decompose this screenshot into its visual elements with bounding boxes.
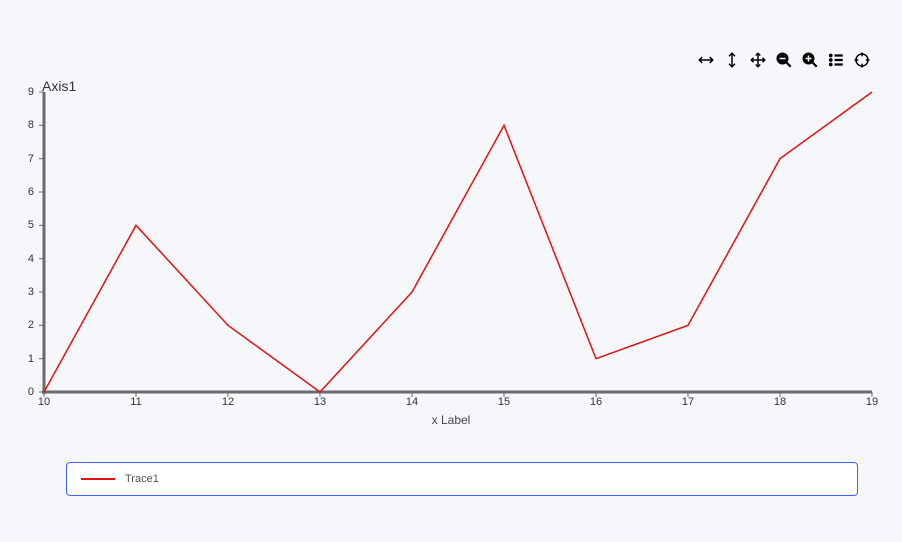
x-tick-label: 12 bbox=[222, 396, 234, 408]
y-tick-label: 3 bbox=[28, 286, 34, 298]
x-tick-label: 18 bbox=[774, 396, 786, 408]
x-axis-title: x Label bbox=[0, 413, 902, 427]
y-tick-label: 0 bbox=[28, 386, 34, 398]
y-tick-label: 6 bbox=[28, 186, 34, 198]
y-tick-label: 5 bbox=[28, 219, 34, 231]
legend-swatch-trace1 bbox=[81, 478, 115, 480]
x-tick-label: 17 bbox=[682, 396, 694, 408]
chart-stage: { "toolbar":{ "tools":[ {"name":"zoom-x-… bbox=[0, 0, 902, 542]
x-tick-label: 10 bbox=[38, 396, 50, 408]
series-trace1 bbox=[44, 92, 872, 392]
x-tick-label: 16 bbox=[590, 396, 602, 408]
zoom-out-icon[interactable] bbox=[774, 50, 794, 70]
reset-icon[interactable] bbox=[852, 50, 872, 70]
chart-toolbar bbox=[696, 50, 872, 70]
x-tick-labels: 10111213141516171819 bbox=[44, 396, 872, 412]
x-tick-label: 15 bbox=[498, 396, 510, 408]
x-tick-label: 13 bbox=[314, 396, 326, 408]
y-tick-label: 9 bbox=[28, 86, 34, 98]
pan-icon[interactable] bbox=[748, 50, 768, 70]
zoom-in-icon[interactable] bbox=[800, 50, 820, 70]
x-tick-label: 14 bbox=[406, 396, 418, 408]
y-tick-label: 2 bbox=[28, 319, 34, 331]
zoom-x-icon[interactable] bbox=[696, 50, 716, 70]
zoom-y-icon[interactable] bbox=[722, 50, 742, 70]
legend-toggle-icon[interactable] bbox=[826, 50, 846, 70]
legend[interactable]: Trace1 bbox=[66, 462, 858, 496]
x-tick-label: 19 bbox=[866, 396, 878, 408]
y-tick-label: 8 bbox=[28, 119, 34, 131]
plot-svg bbox=[44, 92, 872, 392]
y-tick-label: 1 bbox=[28, 353, 34, 365]
plot-area[interactable] bbox=[44, 92, 872, 392]
y-tick-label: 4 bbox=[28, 253, 34, 265]
y-tick-labels: 0123456789 bbox=[0, 92, 40, 392]
legend-label-trace1: Trace1 bbox=[125, 473, 159, 485]
y-tick-label: 7 bbox=[28, 153, 34, 165]
x-tick-label: 11 bbox=[130, 396, 141, 408]
